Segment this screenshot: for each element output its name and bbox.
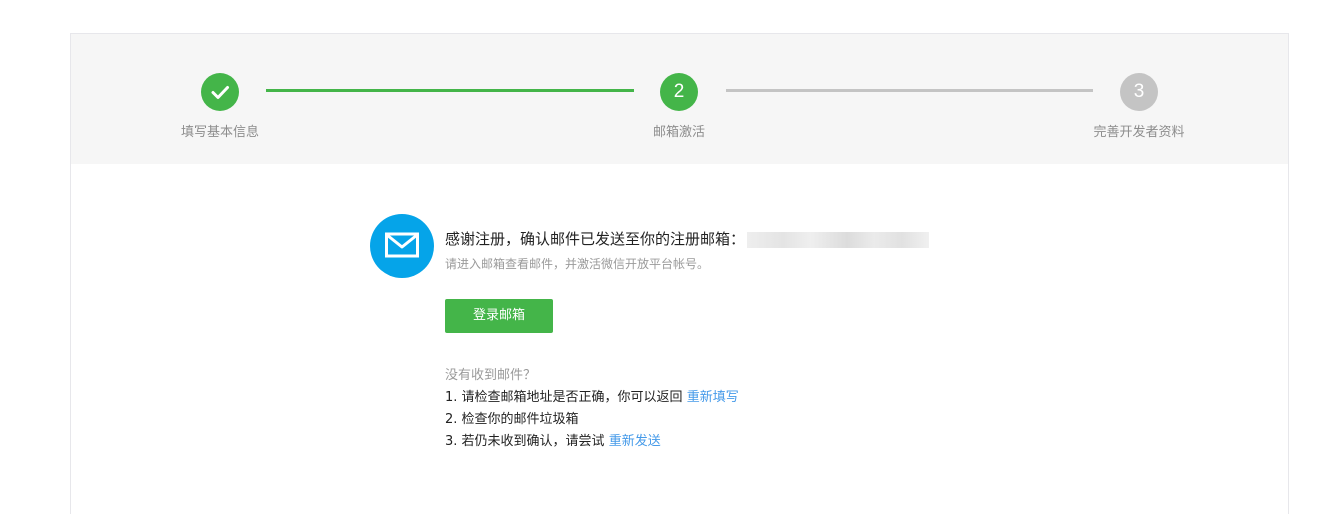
help-item-3-text: 3. 若仍未收到确认，请尝试 xyxy=(445,434,605,449)
help-item-2: 2. 检查你的邮件垃圾箱 xyxy=(445,412,579,427)
login-mailbox-button[interactable]: 登录邮箱 xyxy=(445,299,553,333)
step-2-label: 邮箱激活 xyxy=(652,125,706,140)
help-item-1: 1. 请检查邮箱地址是否正确，你可以返回 重新填写 xyxy=(445,387,739,409)
help-section: 没有收到邮件？ 1. 请检查邮箱地址是否正确，你可以返回 重新填写 2. 检查你… xyxy=(445,365,739,453)
envelope-icon xyxy=(385,232,419,258)
help-question: 没有收到邮件？ xyxy=(445,368,537,383)
step-3-label: 完善开发者资料 xyxy=(1093,125,1185,140)
step-3-number: 3 xyxy=(1120,73,1158,111)
registration-panel: 填写基本信息 2 邮箱激活 3 完善开发者资料 感谢注册，确认邮件已发送至你的注… xyxy=(70,33,1289,514)
step-2-number: 2 xyxy=(660,73,698,111)
step-1-check-icon xyxy=(201,73,239,111)
confirmation-subtitle: 请进入邮箱查看邮件，并激活微信开放平台帐号。 xyxy=(445,257,710,271)
refill-link[interactable]: 重新填写 xyxy=(687,390,739,405)
email-address-redacted xyxy=(747,231,930,248)
confirmation-text: 感谢注册，确认邮件已发送至你的注册邮箱： xyxy=(445,230,746,248)
resend-link[interactable]: 重新发送 xyxy=(609,434,661,449)
progress-steps: 填写基本信息 2 邮箱激活 3 完善开发者资料 xyxy=(71,34,1288,164)
help-item-1-text: 1. 请检查邮箱地址是否正确，你可以返回 xyxy=(445,390,683,405)
mail-icon xyxy=(370,214,434,278)
check-icon xyxy=(211,86,229,99)
confirmation-title: 感谢注册，确认邮件已发送至你的注册邮箱： xyxy=(445,228,930,249)
step-1-label: 填写基本信息 xyxy=(180,125,260,140)
help-item-3: 3. 若仍未收到确认，请尝试 重新发送 xyxy=(445,431,739,453)
step-connector-1 xyxy=(266,89,634,92)
step-connector-2 xyxy=(726,89,1093,92)
